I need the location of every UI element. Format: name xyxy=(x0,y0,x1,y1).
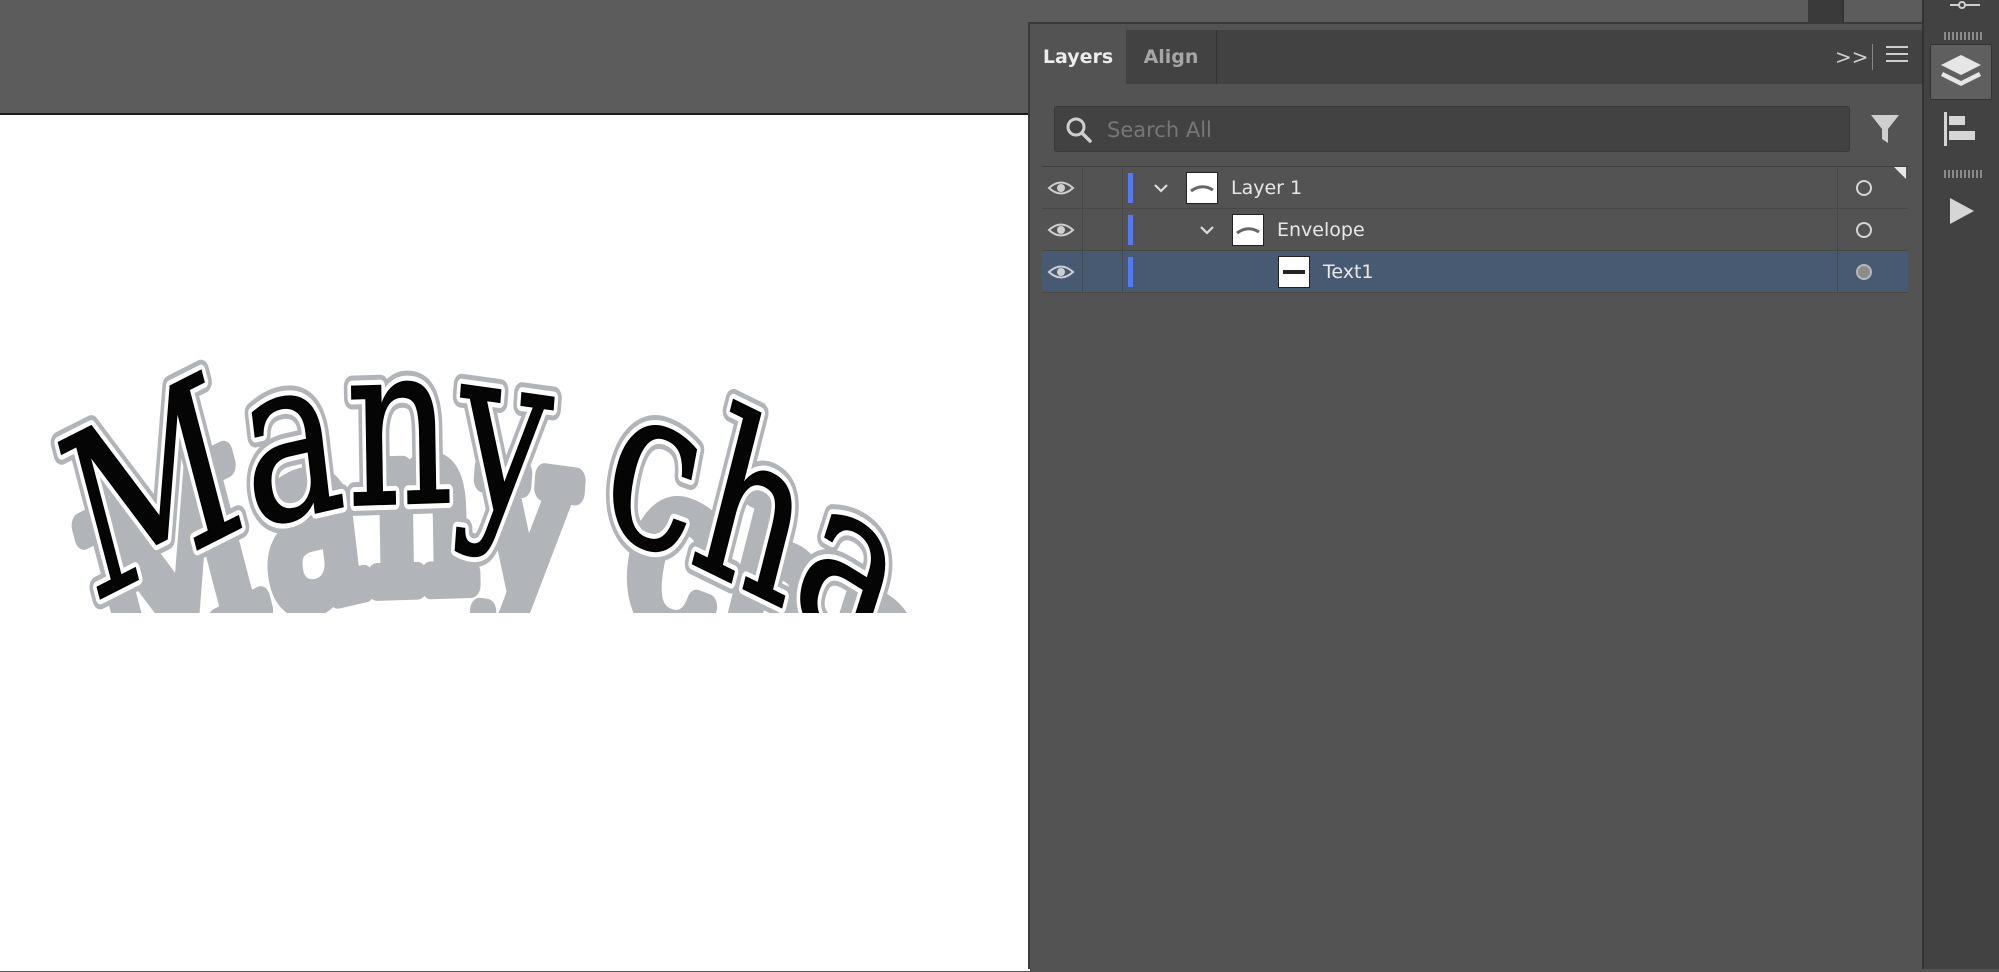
top-strip-divider xyxy=(1842,0,1844,22)
tab-divider xyxy=(1216,30,1217,84)
play-icon xyxy=(1950,198,1974,224)
artwork-main-text: Many charact xyxy=(0,113,937,613)
search-box[interactable] xyxy=(1054,106,1850,152)
lock-column[interactable] xyxy=(1082,167,1083,209)
filter-icon[interactable] xyxy=(1869,112,1901,146)
visibility-eye-icon[interactable] xyxy=(1047,263,1075,281)
layer-color-bar xyxy=(1128,257,1133,287)
panel-dock xyxy=(1922,0,1999,969)
layer-color-bar xyxy=(1128,173,1133,203)
visibility-eye-icon[interactable] xyxy=(1047,221,1075,239)
current-layer-corner-icon xyxy=(1894,167,1906,179)
layer-thumbnail xyxy=(1186,172,1218,204)
tab-align[interactable]: Align xyxy=(1126,30,1216,84)
tabbar-separator xyxy=(1872,44,1873,70)
properties-icon[interactable] xyxy=(1948,0,1982,12)
chevron-down-icon[interactable] xyxy=(1198,221,1216,239)
layers-icon xyxy=(1941,55,1981,86)
layer-name[interactable]: Layer 1 xyxy=(1231,167,1302,209)
row-separator xyxy=(1837,251,1838,293)
tab-layers[interactable]: Layers xyxy=(1030,30,1126,84)
column-separator xyxy=(1122,209,1123,251)
layer-thumbnail xyxy=(1232,214,1264,246)
layer-list: Layer 1 Envelope Text1 xyxy=(1042,166,1908,972)
layers-dock-button[interactable] xyxy=(1930,44,1992,100)
actions-dock-button[interactable] xyxy=(1930,184,1992,240)
panel-tab-bar: Layers Align >> xyxy=(1030,30,1922,84)
search-icon xyxy=(1066,117,1092,143)
layer-row-layer-1[interactable]: Layer 1 xyxy=(1042,167,1908,209)
lock-column[interactable] xyxy=(1082,251,1083,293)
target-circle-icon[interactable] xyxy=(1856,180,1872,196)
row-separator xyxy=(1837,167,1838,209)
collapse-panel-icon[interactable]: >> xyxy=(1835,44,1869,70)
align-icon xyxy=(1944,112,1975,146)
row-separator xyxy=(1837,209,1838,251)
panel-menu-icon[interactable] xyxy=(1886,46,1908,66)
layer-row-envelope[interactable]: Envelope xyxy=(1042,209,1908,251)
layers-panel: Layers Align >> Search All Layer 1 Envel… xyxy=(1028,22,1922,969)
chevron-down-icon[interactable] xyxy=(1152,179,1170,197)
top-strip-segment xyxy=(1808,0,1842,22)
layer-row-text1[interactable]: Text1 xyxy=(1042,251,1908,293)
layer-thumbnail xyxy=(1278,256,1310,288)
search-input[interactable] xyxy=(1105,113,1809,147)
dock-grip[interactable] xyxy=(1944,32,1982,40)
target-circle-icon[interactable] xyxy=(1856,222,1872,238)
envelope-artwork[interactable]: Many charact Many charact Many charact M… xyxy=(0,113,1028,613)
column-separator xyxy=(1122,251,1123,293)
visibility-eye-icon[interactable] xyxy=(1047,179,1075,197)
layer-color-bar xyxy=(1128,215,1133,245)
target-circle-icon[interactable] xyxy=(1856,264,1872,280)
column-separator xyxy=(1122,167,1123,209)
layer-name[interactable]: Envelope xyxy=(1277,209,1365,251)
layer-name[interactable]: Text1 xyxy=(1323,251,1374,293)
lock-column[interactable] xyxy=(1082,209,1083,251)
align-dock-button[interactable] xyxy=(1930,102,1992,158)
dock-grip[interactable] xyxy=(1944,170,1982,178)
